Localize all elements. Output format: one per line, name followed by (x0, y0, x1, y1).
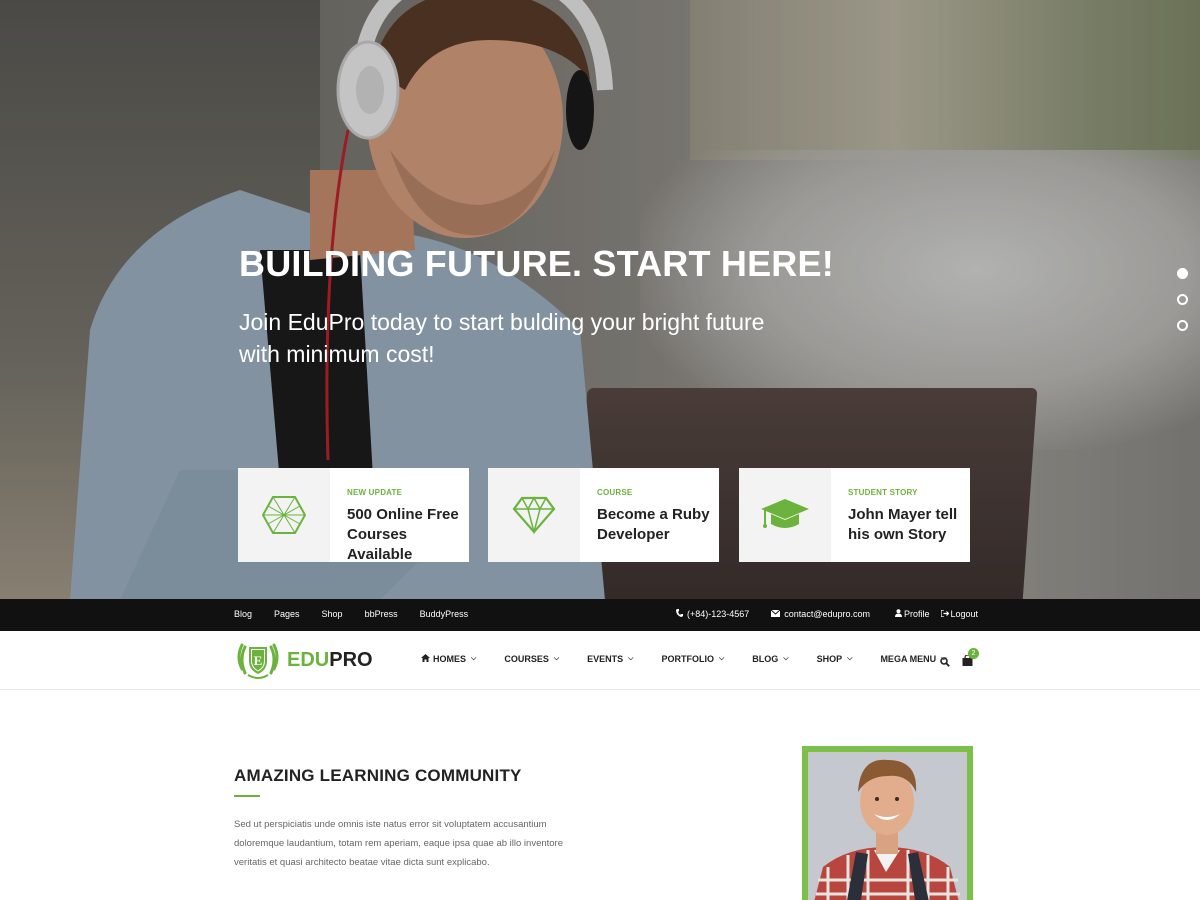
hero-slider: BUILDING FUTURE. START HERE! Join EduPro… (0, 0, 1200, 599)
card-tag: NEW UPDATE (347, 488, 403, 497)
site-logo[interactable]: E EDUPRO (234, 639, 373, 681)
chevron-down-icon: ⌵ (471, 655, 477, 662)
topbar-link-pages[interactable]: Pages (274, 609, 300, 619)
topbar-link-blog[interactable]: Blog (234, 609, 252, 619)
card-tag: COURSE (597, 488, 633, 497)
slider-dot-2[interactable] (1177, 294, 1188, 305)
topbar-email[interactable]: contact@edupro.com (770, 609, 870, 619)
home-icon (421, 654, 430, 664)
topbar-link-buddypress[interactable]: BuddyPress (420, 609, 469, 619)
card-title: John Mayer tell his own Story (848, 506, 958, 543)
feature-cards: NEW UPDATE 500 Online Free Courses Avail… (0, 468, 1200, 563)
card-title: Become a Ruby Developer (597, 506, 710, 543)
section-text: Sed ut perspiciatis unde omnis iste natu… (234, 819, 564, 868)
svg-text:E: E (254, 653, 263, 668)
topbar-link-bbpress[interactable]: bbPress (365, 609, 398, 619)
slider-dot-1[interactable] (1177, 268, 1188, 279)
chevron-down-icon: ⌵ (553, 655, 560, 662)
search-icon[interactable] (940, 654, 950, 672)
topbar-phone[interactable]: (+84)-123-4567 (676, 609, 749, 619)
feature-card-ruby[interactable]: COURSE Become a Ruby Developer (488, 468, 719, 562)
main-navigation: E EDUPRO HOMES ⌵ COURSES ⌵ EVENTS ⌵ PORTFOL… (0, 631, 1200, 690)
menu-item-blog[interactable]: BLOG ⌵ (752, 654, 788, 664)
menu-item-homes[interactable]: HOMES ⌵ (421, 654, 476, 664)
student-photo-frame (802, 746, 973, 900)
chevron-down-icon: ⌵ (847, 655, 853, 662)
logo-text: EDUPRO (287, 648, 373, 671)
diamond-icon (488, 468, 580, 562)
slider-pagination (1177, 268, 1188, 346)
hero-subtitle: Join EduPro today to start bulding your … (239, 309, 765, 367)
logo-emblem-icon: E (237, 643, 279, 679)
logout-icon (939, 609, 949, 619)
graduation-cap-icon (739, 468, 831, 562)
chevron-down-icon: ⌵ (718, 655, 725, 662)
main-menu: HOMES ⌵ COURSES ⌵ EVENTS ⌵ PORTFOLIO ⌵ BLOG ⌵… (421, 654, 974, 664)
menu-item-mega-menu[interactable]: MEGA MENU ⌵ (880, 654, 946, 664)
hexagon-icon (238, 468, 330, 562)
chevron-down-icon: ⌵ (628, 655, 634, 662)
student-photo (808, 752, 967, 900)
user-icon (894, 609, 902, 619)
phone-icon (676, 609, 683, 619)
chevron-down-icon: ⌵ (783, 655, 789, 662)
top-bar: Blog Pages Shop bbPress BuddyPress (+84)… (0, 599, 1200, 631)
menu-item-shop[interactable]: SHOP ⌵ (817, 654, 853, 664)
topbar-link-shop[interactable]: Shop (322, 609, 343, 619)
topbar-logout[interactable]: Logout (939, 609, 978, 619)
menu-item-portfolio[interactable]: PORTFOLIO ⌵ (661, 654, 724, 664)
title-underline (234, 795, 260, 797)
feature-card-student-story[interactable]: STUDENT STORY John Mayer tell his own St… (739, 468, 970, 562)
topbar-profile[interactable]: Profile (894, 609, 930, 619)
cart-count-badge: 2 (968, 648, 979, 659)
menu-item-events[interactable]: EVENTS ⌵ (587, 654, 633, 664)
menu-item-courses[interactable]: COURSES ⌵ (504, 654, 559, 664)
card-title: 500 Online Free Courses Available (347, 506, 459, 563)
slider-dot-3[interactable] (1177, 320, 1188, 331)
section-title: AMAZING LEARNING COMMUNITY (234, 766, 522, 785)
card-tag: STUDENT STORY (848, 488, 918, 497)
hero-title: BUILDING FUTURE. START HERE! (239, 243, 834, 284)
feature-card-free-courses[interactable]: NEW UPDATE 500 Online Free Courses Avail… (238, 468, 469, 563)
envelope-icon (770, 609, 781, 619)
